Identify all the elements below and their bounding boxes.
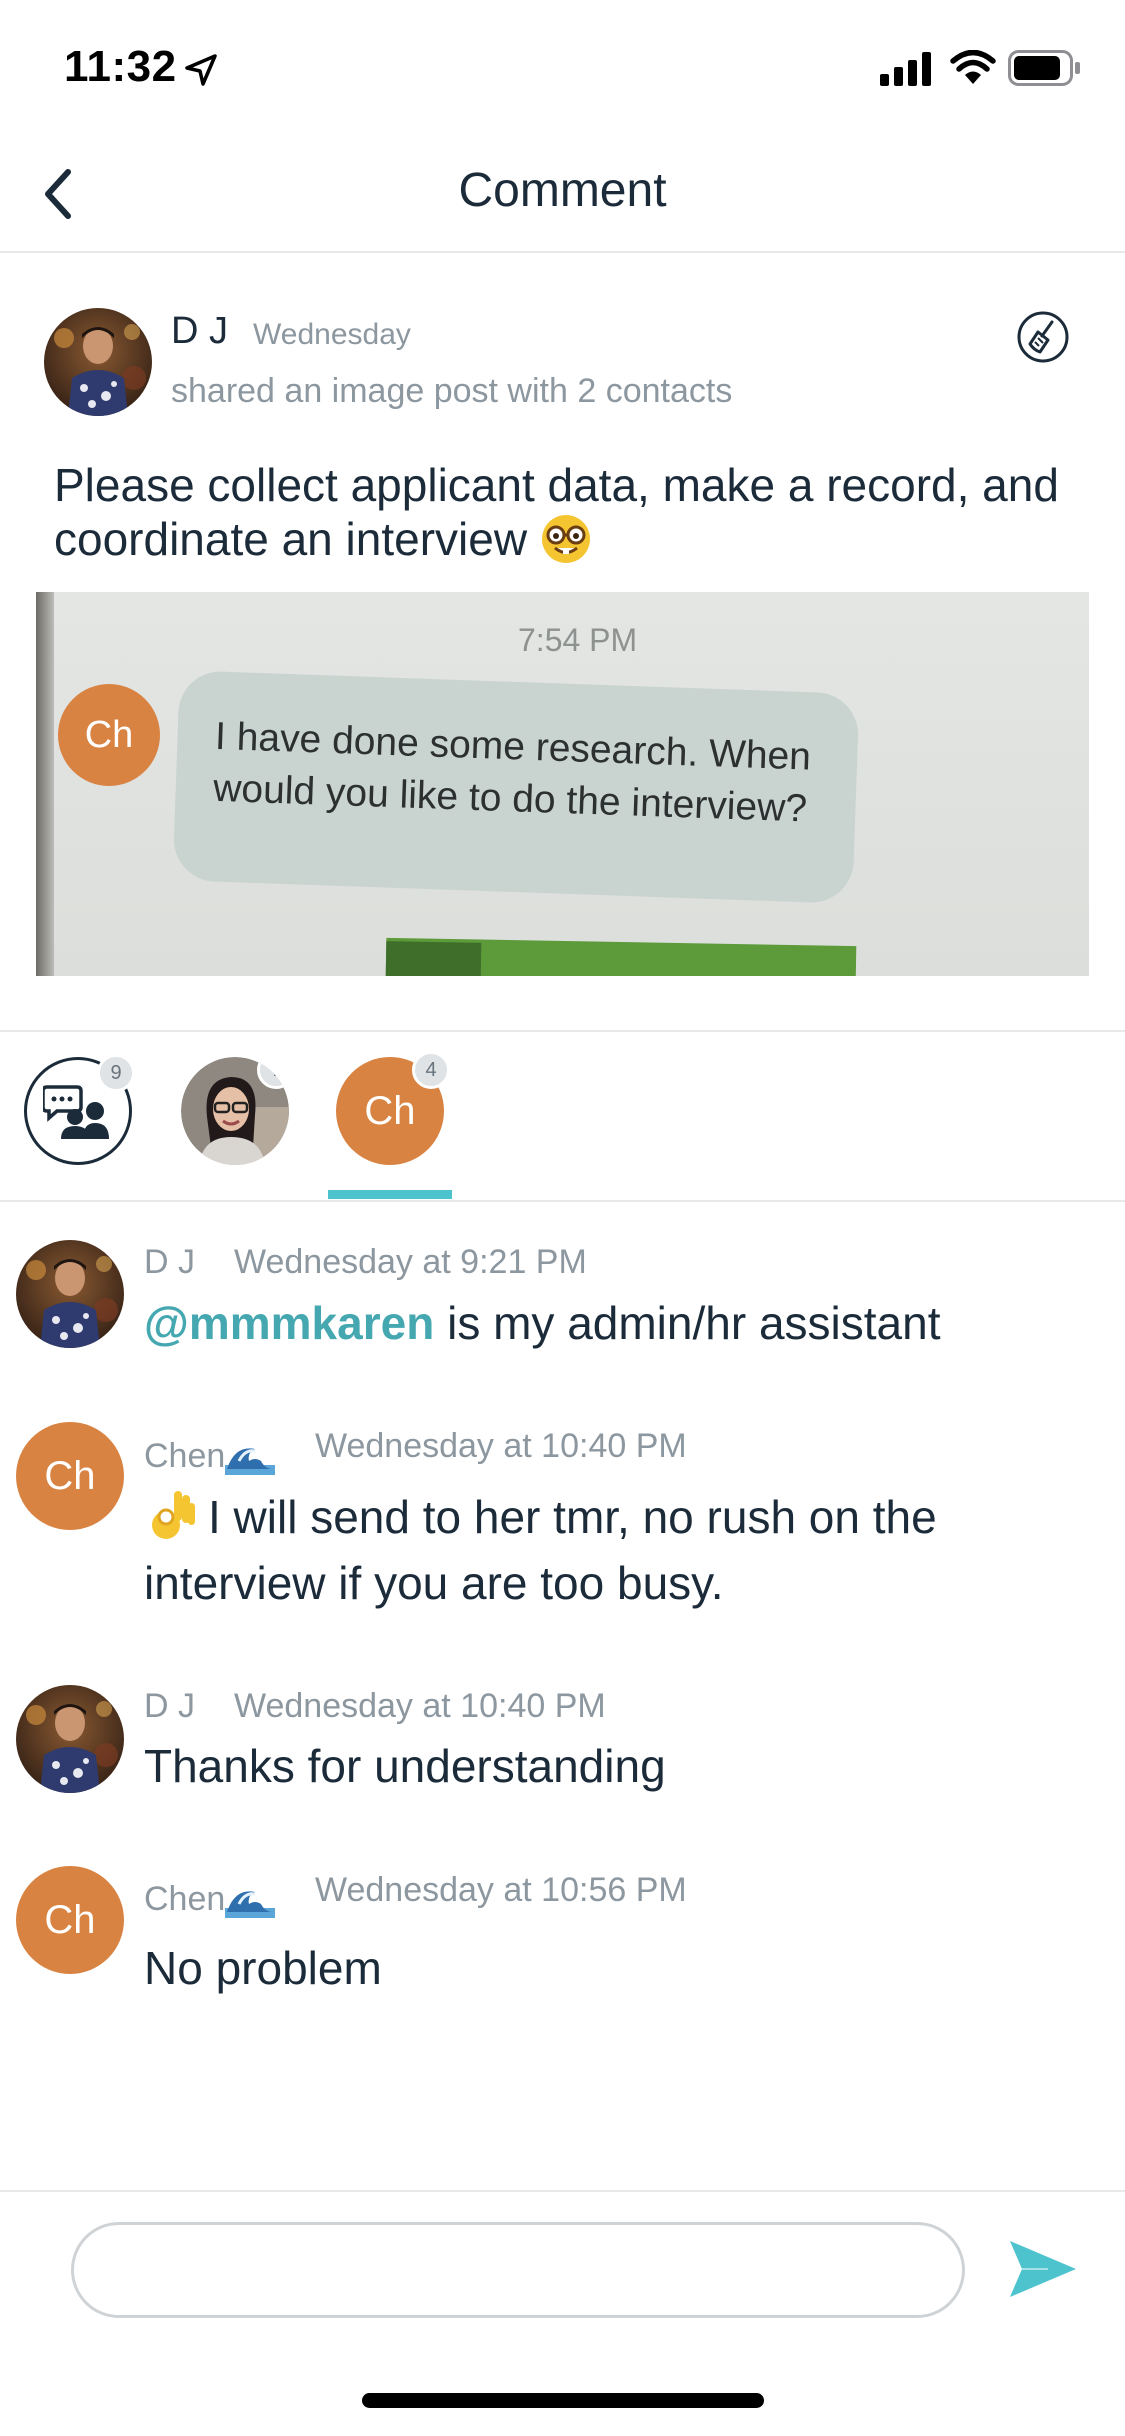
commenter-name: D J — [144, 1243, 195, 1281]
location-arrow-icon — [185, 54, 217, 86]
nav-bar: Comment — [0, 135, 1125, 253]
water-wave-emoji-icon — [225, 1882, 275, 1918]
commenter-avatar[interactable]: Ch — [16, 1866, 124, 1974]
commenter-name: Chen — [144, 1880, 275, 1919]
clean-broom-icon[interactable] — [1016, 310, 1070, 364]
tab-badge: 4 — [412, 1051, 450, 1089]
avatar-initials: Ch — [44, 1453, 96, 1498]
wifi-icon — [950, 50, 996, 84]
commenter-name: Chen — [144, 1437, 275, 1476]
commenter-avatar[interactable] — [16, 1240, 124, 1348]
divider — [0, 1200, 1125, 1202]
commenter-name-text: Chen — [144, 1437, 226, 1475]
image-edge — [36, 592, 54, 976]
image-message-time: 7:54 PM — [518, 622, 638, 658]
chat-group-icon — [43, 1085, 109, 1139]
post-timestamp: Wednesday — [253, 318, 411, 351]
ok-hand-emoji-icon — [152, 1491, 195, 1539]
image-bubble-text: I have done some research. When would yo… — [212, 714, 812, 831]
mention-link[interactable]: @mmmkaren — [144, 1297, 434, 1349]
commenter-name-text: Chen — [144, 1880, 226, 1918]
comment-time: Wednesday at 9:21 PM — [234, 1243, 587, 1281]
water-wave-emoji-icon — [225, 1439, 275, 1475]
comment-text: Thanks for understanding — [144, 1740, 666, 1792]
battery-icon — [1008, 50, 1080, 86]
comment-input[interactable] — [71, 2222, 965, 2318]
image-green-strip-dark — [385, 941, 482, 976]
post-text: Please collect applicant data, make a re… — [54, 458, 1074, 566]
comment-text-content: is my admin/hr assistant — [434, 1297, 941, 1349]
comment-text-content: I will send to her tmr, no rush on the i… — [144, 1491, 937, 1609]
divider — [0, 2190, 1125, 2192]
commenter-avatar[interactable]: Ch — [16, 1422, 124, 1530]
divider — [0, 1030, 1125, 1032]
comment-text: No problem — [144, 1942, 382, 1994]
post-image[interactable]: 7:54 PM Ch I have done some research. Wh… — [36, 592, 1089, 976]
selected-tab-indicator — [328, 1190, 452, 1199]
tab-contact-karen[interactable]: 7 — [181, 1057, 289, 1165]
image-avatar: Ch — [58, 684, 160, 786]
cellular-signal-icon — [880, 52, 931, 86]
send-icon[interactable] — [1008, 2237, 1078, 2301]
commenter-name: D J — [144, 1687, 195, 1725]
post-author-avatar[interactable] — [44, 308, 152, 416]
home-indicator[interactable] — [362, 2393, 764, 2408]
tab-initials: Ch — [364, 1088, 416, 1133]
comment-time: Wednesday at 10:56 PM — [315, 1871, 687, 1909]
status-bar: 11:32 — [0, 0, 1125, 135]
post-author-name[interactable]: D J — [171, 310, 228, 353]
comment-text: I will send to her tmr, no rush on the i… — [144, 1484, 1094, 1616]
post-share-info: shared an image post with 2 contacts — [171, 372, 733, 410]
nerd-face-emoji-icon — [541, 515, 590, 563]
avatar-initials: Ch — [44, 1897, 96, 1942]
page-title: Comment — [458, 164, 667, 217]
tab-all-comments[interactable]: 9 — [24, 1054, 135, 1165]
comment-text: @mmmkaren is my admin/hr assistant — [144, 1290, 1094, 1356]
comment-time: Wednesday at 10:40 PM — [234, 1687, 606, 1725]
comment-time: Wednesday at 10:40 PM — [315, 1427, 687, 1465]
status-time: 11:32 — [64, 42, 177, 91]
tab-badge: 9 — [97, 1054, 135, 1092]
tab-contact-chen[interactable]: Ch 4 — [336, 1051, 450, 1165]
commenter-avatar[interactable] — [16, 1685, 124, 1793]
